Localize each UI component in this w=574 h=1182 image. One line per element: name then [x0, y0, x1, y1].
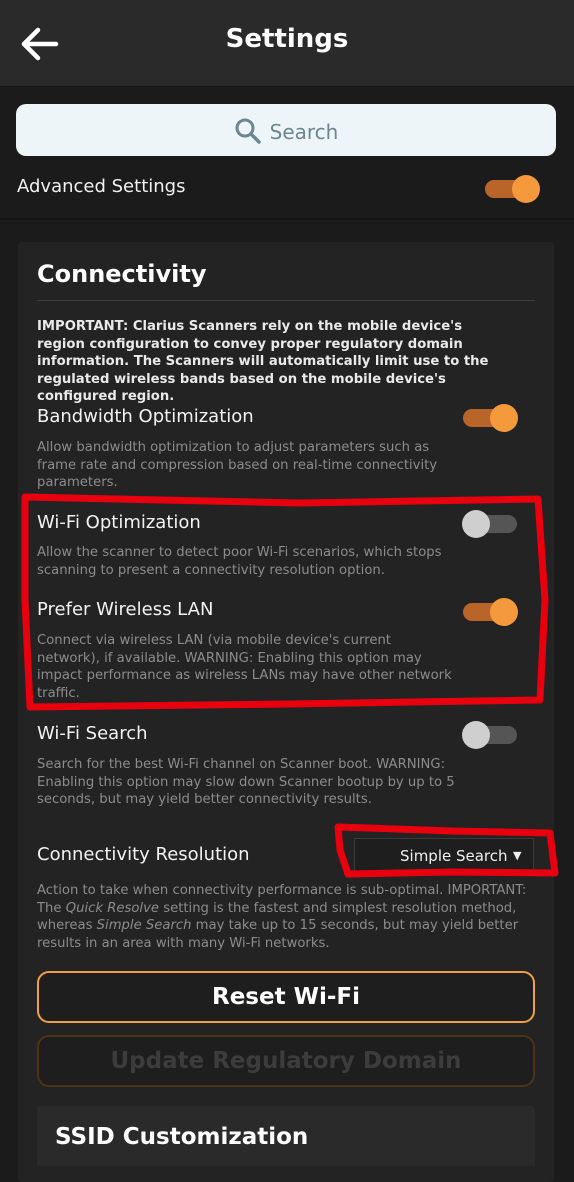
annotation-box-dropdown: [334, 823, 559, 878]
red-annotation-marks: [21, 493, 559, 878]
annotation-box-wifi-settings: [21, 493, 549, 711]
